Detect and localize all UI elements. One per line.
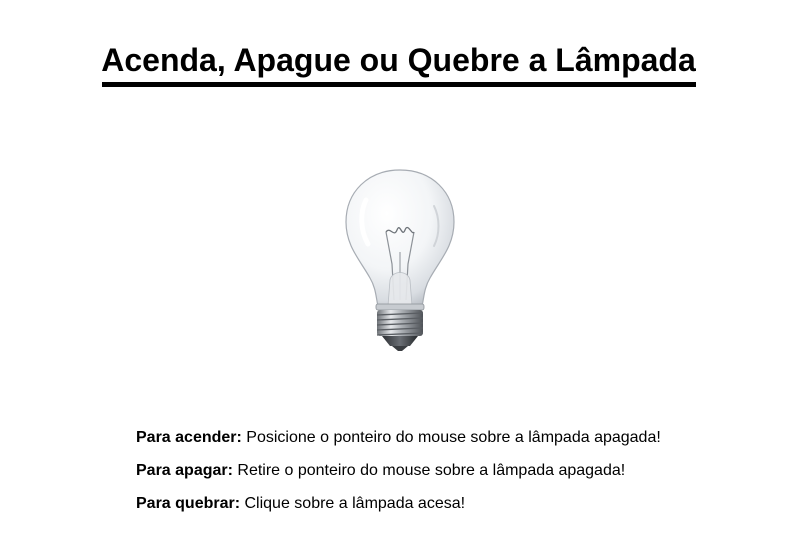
- instruction-text: Posicione o ponteiro do mouse sobre a lâ…: [241, 429, 661, 446]
- instruction-label: Para quebrar:: [136, 495, 241, 512]
- instruction-text: Retire o ponteiro do mouse sobre a lâmpa…: [232, 462, 626, 479]
- instruction-break: Para quebrar: Clique sobre a lâmpada ace…: [136, 494, 756, 514]
- instruction-turn-off: Para apagar: Retire o ponteiro do mouse …: [136, 461, 756, 481]
- light-bulb-icon[interactable]: [330, 160, 470, 356]
- instructions: Para acender: Posicione o ponteiro do mo…: [136, 428, 756, 527]
- instruction-turn-on: Para acender: Posicione o ponteiro do mo…: [136, 428, 756, 448]
- instruction-label: Para acender:: [136, 429, 242, 446]
- title-underline: [102, 82, 696, 87]
- light-bulb-image[interactable]: [330, 160, 470, 356]
- instruction-text: Clique sobre a lâmpada acesa!: [240, 495, 466, 512]
- instruction-label: Para apagar:: [136, 462, 233, 479]
- page-title: Acenda, Apague ou Quebre a Lâmpada: [101, 42, 696, 78]
